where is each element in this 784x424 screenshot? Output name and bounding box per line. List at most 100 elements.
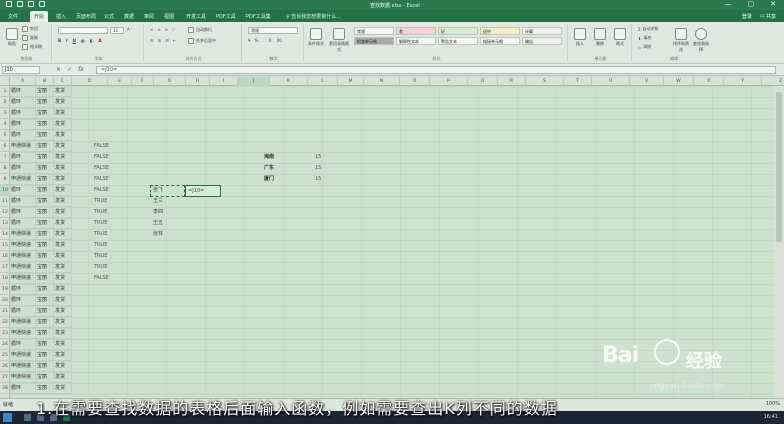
italic-icon[interactable]: I: [66, 38, 68, 43]
cell-b10[interactable]: 宝丽: [36, 185, 54, 196]
bold-icon[interactable]: B: [58, 38, 61, 43]
cell-a3[interactable]: 循环: [10, 108, 36, 119]
cell-b18[interactable]: 宝丽: [36, 273, 54, 284]
column-header-a[interactable]: A: [10, 77, 36, 86]
cell-c16[interactable]: 发货: [54, 251, 72, 262]
cell-b19[interactable]: 宝丽: [36, 284, 54, 295]
comma-icon[interactable]: ,: [262, 38, 263, 43]
cut-button[interactable]: 剪切: [22, 26, 38, 32]
cell-b11[interactable]: 宝丽: [36, 196, 54, 207]
grow-font-button[interactable]: A⁺: [127, 27, 132, 32]
cell-d8[interactable]: FALSE: [94, 163, 109, 174]
border-icon[interactable]: ▦: [81, 38, 85, 43]
orientation-icon[interactable]: ⟋: [172, 27, 175, 32]
column-header-w[interactable]: W: [664, 77, 694, 86]
cell-c12[interactable]: 发货: [54, 207, 72, 218]
align-top-icon[interactable]: ≡: [150, 27, 153, 32]
place-value-2[interactable]: 15: [315, 163, 321, 174]
cell-a21[interactable]: 循环: [10, 306, 36, 317]
cell-a12[interactable]: 循环: [10, 207, 36, 218]
cell-c2[interactable]: 发货: [54, 97, 72, 108]
cell-a22[interactable]: 申通快递: [10, 317, 36, 328]
tab-pdf-toolset[interactable]: PDF工具集: [246, 13, 271, 20]
cell-c28[interactable]: 发货: [54, 383, 72, 394]
cell-c3[interactable]: 发货: [54, 108, 72, 119]
formula-input[interactable]: =J10=: [96, 66, 776, 74]
customize-qat-icon[interactable]: [39, 1, 45, 7]
cell-a26[interactable]: 申通快递: [10, 361, 36, 372]
font-color-icon[interactable]: A: [98, 38, 101, 43]
align-right-icon[interactable]: ☰: [165, 38, 169, 43]
row-header-2[interactable]: 2: [0, 97, 10, 108]
row-header-23[interactable]: 23: [0, 328, 10, 339]
close-button[interactable]: ✕: [770, 0, 776, 8]
align-bottom-icon[interactable]: ≡: [165, 27, 168, 32]
windows-start-icon[interactable]: [3, 413, 12, 422]
column-header-m[interactable]: M: [338, 77, 364, 86]
indent-icon[interactable]: ⇤: [173, 38, 176, 43]
insert-cells-button[interactable]: 插入: [572, 28, 588, 50]
column-header-v[interactable]: V: [630, 77, 664, 86]
cell-b21[interactable]: 宝丽: [36, 306, 54, 317]
column-header-p[interactable]: P: [430, 77, 468, 86]
cell-c27[interactable]: 发货: [54, 372, 72, 383]
cell-c10[interactable]: 发货: [54, 185, 72, 196]
row-header-19[interactable]: 19: [0, 284, 10, 295]
row-header-15[interactable]: 15: [0, 240, 10, 251]
cell-d12[interactable]: TRUE: [94, 207, 107, 218]
cell-c7[interactable]: 发货: [54, 152, 72, 163]
style-check-cell[interactable]: 检查单元格: [354, 37, 394, 45]
row-header-21[interactable]: 21: [0, 306, 10, 317]
column-header-l[interactable]: L: [308, 77, 338, 86]
format-as-table-button[interactable]: 套用表格格式: [328, 28, 350, 52]
column-header-h[interactable]: H: [186, 77, 210, 86]
style-calculation[interactable]: 计算: [522, 27, 562, 35]
format-cells-button[interactable]: 格式: [612, 28, 628, 50]
cell-a10[interactable]: 循环: [10, 185, 36, 196]
cell-d18[interactable]: FALSE: [94, 273, 109, 284]
zoom-level[interactable]: 100%: [766, 401, 780, 407]
undo-icon[interactable]: [17, 1, 23, 7]
cell-b14[interactable]: 宝丽: [36, 229, 54, 240]
column-header-s[interactable]: S: [526, 77, 564, 86]
cell-i11[interactable]: 王三: [153, 196, 163, 207]
delete-cells-button[interactable]: 删除: [592, 28, 608, 50]
vertical-scrollbar[interactable]: [774, 86, 784, 398]
cell-a28[interactable]: 循环: [10, 383, 36, 394]
cell-a2[interactable]: 循环: [10, 97, 36, 108]
place-city-2[interactable]: 广东: [264, 163, 274, 174]
tab-view[interactable]: 视图: [164, 13, 174, 20]
currency-icon[interactable]: ¥: [248, 38, 251, 43]
tab-data[interactable]: 数据: [124, 13, 134, 20]
row-header-16[interactable]: 16: [0, 251, 10, 262]
cell-d6[interactable]: FALSE: [94, 141, 109, 152]
wrap-text-button[interactable]: 自动换行: [188, 27, 212, 33]
conditional-format-button[interactable]: 条件格式: [308, 28, 324, 50]
name-box[interactable]: J10: [2, 66, 40, 74]
cell-b22[interactable]: 宝丽: [36, 317, 54, 328]
column-header-z[interactable]: Z: [762, 77, 784, 86]
cell-b7[interactable]: 宝丽: [36, 152, 54, 163]
row-header-18[interactable]: 18: [0, 273, 10, 284]
place-city-3[interactable]: 厦门: [264, 174, 274, 185]
row-header-11[interactable]: 11: [0, 196, 10, 207]
row-header-22[interactable]: 22: [0, 317, 10, 328]
row-header-12[interactable]: 12: [0, 207, 10, 218]
cell-c17[interactable]: 发货: [54, 262, 72, 273]
cell-b20[interactable]: 宝丽: [36, 295, 54, 306]
increase-decimal-icon[interactable]: .0: [268, 38, 272, 43]
tab-page-layout[interactable]: 页面布局: [76, 13, 96, 20]
cell-a18[interactable]: 申通快递: [10, 273, 36, 284]
cancel-formula-icon[interactable]: ✕: [56, 66, 61, 73]
merge-center-button[interactable]: 合并后居中: [188, 38, 216, 44]
fill-button[interactable]: ⬇ 填充: [638, 35, 651, 41]
cell-i12[interactable]: 李四: [153, 207, 163, 218]
cell-c5[interactable]: 发货: [54, 130, 72, 141]
cell-c21[interactable]: 发货: [54, 306, 72, 317]
place-value-3[interactable]: 15: [315, 174, 321, 185]
column-header-j[interactable]: J: [238, 77, 270, 86]
cell-d10[interactable]: FALSE: [94, 185, 109, 196]
cell-d14[interactable]: TRUE: [94, 229, 107, 240]
cell-b24[interactable]: 宝丽: [36, 339, 54, 350]
row-header-4[interactable]: 4: [0, 119, 10, 130]
